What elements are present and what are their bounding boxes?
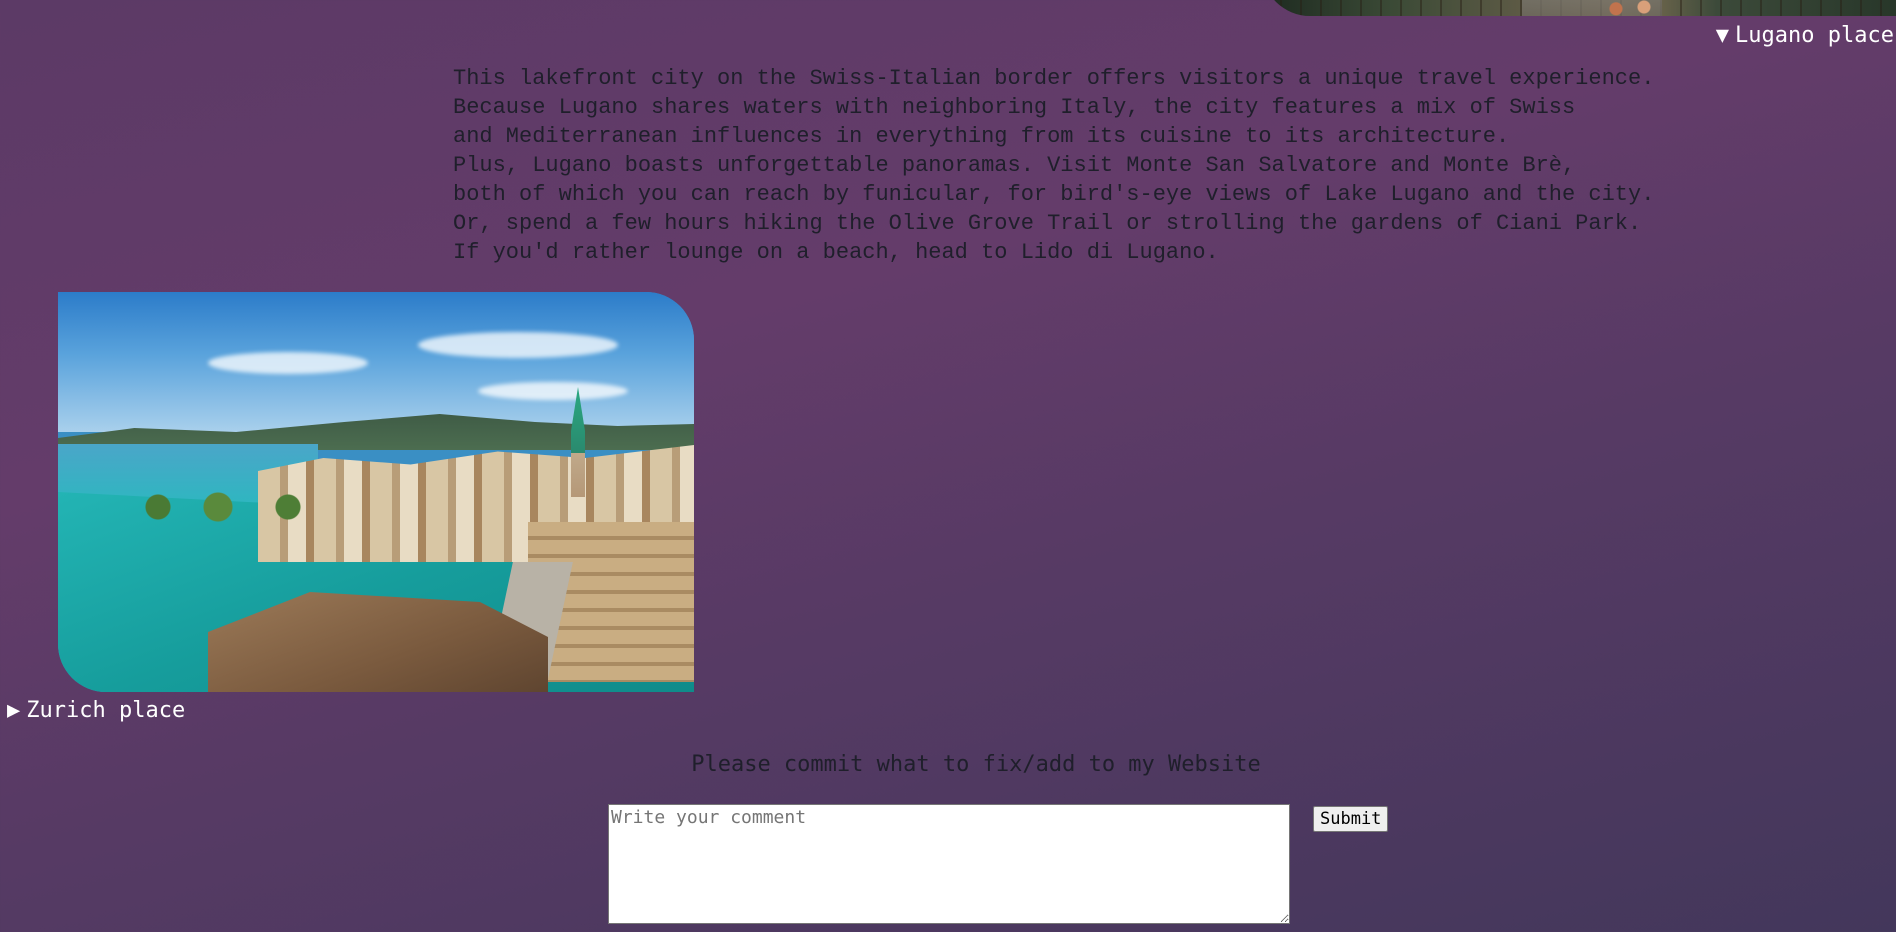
- lugano-photo-people: [1602, 0, 1672, 16]
- zurich-details-summary[interactable]: ▶ Zurich place: [7, 697, 185, 725]
- lugano-text-line-5: both of which you can reach by funicular…: [453, 182, 1655, 207]
- submit-button[interactable]: Submit: [1313, 806, 1389, 832]
- lugano-summary-label: Lugano place: [1735, 23, 1894, 48]
- comment-textarea[interactable]: [608, 804, 1290, 924]
- comment-heading: Please commit what to fix/add to my Webs…: [691, 752, 1261, 777]
- lugano-details-summary[interactable]: ▼ Lugano place: [1716, 22, 1894, 50]
- collapsed-triangle-icon: ▶: [7, 698, 21, 723]
- zurich-photo-cloud: [208, 352, 368, 374]
- lugano-text-line-7: If you'd rather lounge on a beach, head …: [453, 240, 1219, 265]
- lugano-description: This lakefront city on the Swiss-Italian…: [453, 64, 1654, 267]
- zurich-photo-trees: [138, 492, 338, 522]
- lugano-text-line-3: and Mediterranean influences in everythi…: [453, 124, 1510, 149]
- zurich-photo-cloud: [418, 332, 618, 358]
- expanded-triangle-icon: ▼: [1715, 23, 1730, 48]
- zurich-photo-sky: [58, 292, 694, 432]
- lugano-photo: [1262, 0, 1896, 16]
- lugano-text-line-4: Plus, Lugano boasts unforgettable panora…: [453, 153, 1576, 178]
- zurich-summary-label: Zurich place: [26, 698, 186, 723]
- lugano-text-line-2: Because Lugano shares waters with neighb…: [453, 95, 1576, 120]
- lugano-text-line-6: Or, spend a few hours hiking the Olive G…: [453, 211, 1642, 236]
- zurich-photo: [58, 292, 694, 692]
- lugano-text-line-1: This lakefront city on the Swiss-Italian…: [453, 66, 1655, 91]
- zurich-photo-cloud: [478, 382, 628, 400]
